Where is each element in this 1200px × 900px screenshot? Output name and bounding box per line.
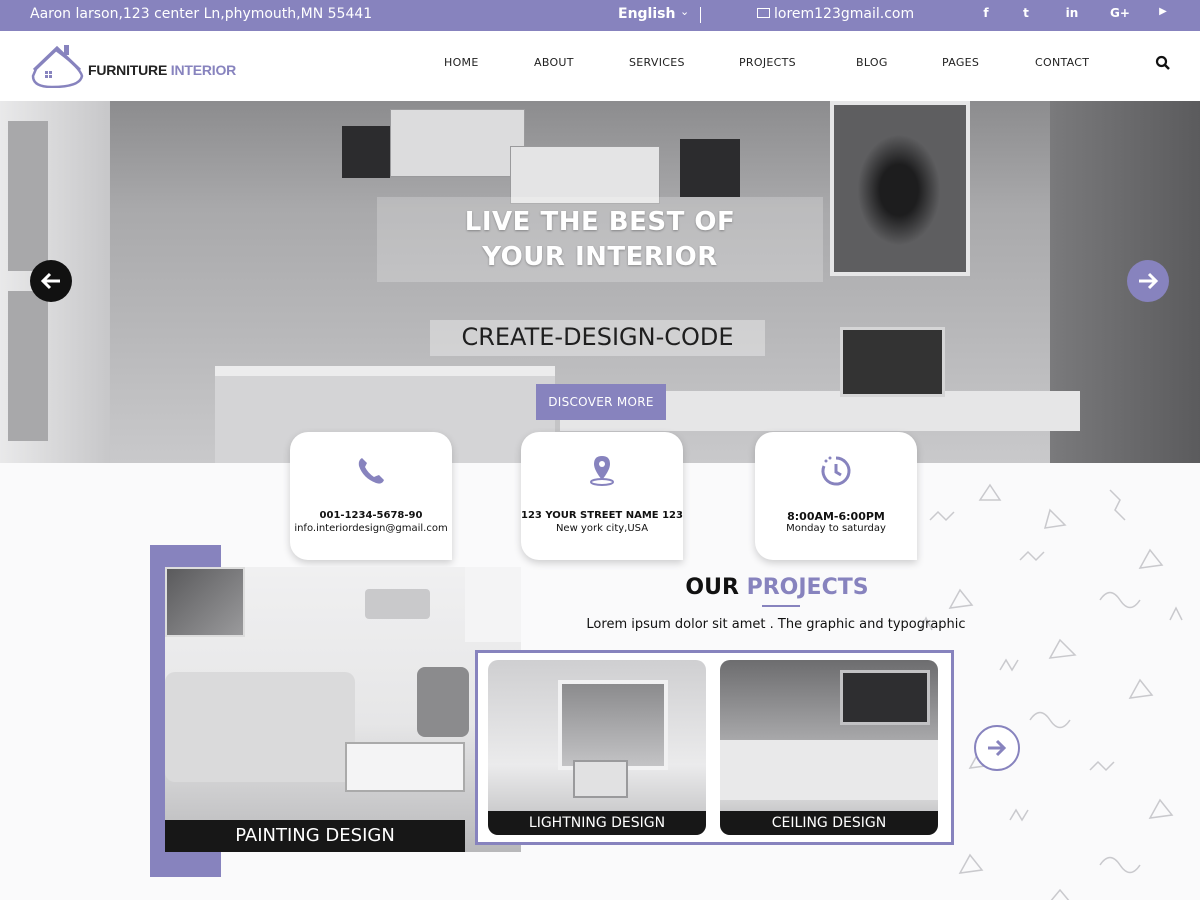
nav-projects[interactable]: PROJECTS	[739, 56, 796, 69]
horse-picture	[830, 101, 970, 276]
chevron-down-icon[interactable]: ⌄	[680, 5, 689, 18]
nav-blog[interactable]: BLOG	[856, 56, 888, 69]
language-selector[interactable]: English	[618, 6, 675, 22]
hero-subtitle: CREATE-DESIGN-CODE	[461, 323, 734, 351]
contact-address-card: 123 YOUR STREET NAME 123 New york city,U…	[521, 432, 683, 560]
slider-prev-button[interactable]	[30, 260, 72, 302]
search-icon[interactable]	[1155, 55, 1171, 71]
nav-home[interactable]: HOME	[444, 56, 479, 69]
project-card[interactable]: LIGHTNING DESIGN	[488, 660, 706, 835]
mail-icon	[757, 8, 770, 18]
hero-monitor-image	[840, 327, 945, 397]
logo-part2: INTERIOR	[170, 62, 237, 78]
title-underline	[762, 605, 800, 607]
carousel-next-button[interactable]	[974, 725, 1020, 771]
contact-phone-card: 001-1234-5678-90 info.interiordesign@gma…	[290, 432, 452, 560]
email-address: info.interiordesign@gmail.com	[294, 523, 448, 534]
discover-more-button[interactable]: DISCOVER MORE	[536, 384, 666, 420]
email-link[interactable]: lorem123gmail.com	[757, 6, 914, 22]
project-label: CEILING DESIGN	[720, 811, 938, 835]
hero-title: LIVE THE BEST OF YOUR INTERIOR	[464, 207, 736, 272]
opening-hours-card: 8:00AM-6:00PM Monday to saturday	[755, 432, 917, 560]
youtube-icon[interactable]: ▶	[1153, 6, 1173, 17]
email-text: lorem123gmail.com	[774, 6, 915, 22]
project-label: LIGHTNING DESIGN	[488, 811, 706, 835]
house-logo-icon[interactable]	[30, 43, 85, 88]
phone-number: 001-1234-5678-90	[319, 510, 423, 521]
nav-contact[interactable]: CONTACT	[1035, 56, 1089, 69]
projects-title: OUR PROJECTS	[685, 575, 869, 600]
facebook-icon[interactable]: f	[976, 6, 996, 20]
arrow-left-icon	[40, 272, 60, 290]
address-text: Aaron larson,123 center Ln,phymouth,MN 5…	[30, 6, 373, 22]
logo-text[interactable]: FURNITURE INTERIOR	[88, 62, 236, 78]
logo-part1: FURNITURE	[88, 62, 168, 78]
painting-design-label: PAINTING DESIGN	[165, 820, 465, 852]
opening-hours: 8:00AM-6:00PM	[787, 510, 885, 523]
opening-days: Monday to saturday	[786, 523, 886, 534]
nav-pages[interactable]: PAGES	[942, 56, 979, 69]
project-card[interactable]: CEILING DESIGN	[720, 660, 938, 835]
arrow-right-icon	[988, 739, 1007, 757]
arrow-right-icon	[1139, 272, 1159, 290]
phone-icon	[358, 458, 384, 484]
street-address: 123 YOUR STREET NAME 123	[521, 510, 683, 521]
nav-services[interactable]: SERVICES	[629, 56, 685, 69]
linkedin-icon[interactable]: in	[1062, 6, 1082, 20]
twitter-icon[interactable]: t	[1016, 6, 1036, 20]
location-pin-icon	[590, 456, 614, 486]
google-plus-icon[interactable]: G+	[1110, 6, 1130, 20]
nav-about[interactable]: ABOUT	[534, 56, 574, 69]
projects-description: Lorem ipsum dolor sit amet . The graphic…	[586, 617, 966, 632]
top-info-bar: Aaron larson,123 center Ln,phymouth,MN 5…	[0, 0, 1200, 31]
slider-next-button[interactable]	[1127, 260, 1169, 302]
clock-icon	[821, 456, 851, 486]
divider	[700, 7, 701, 23]
hero-slider: LIVE THE BEST OF YOUR INTERIOR CREATE-DE…	[0, 101, 1200, 463]
city-address: New york city,USA	[555, 523, 649, 534]
site-header: FURNITURE INTERIOR HOME ABOUT SERVICES P…	[0, 31, 1200, 101]
